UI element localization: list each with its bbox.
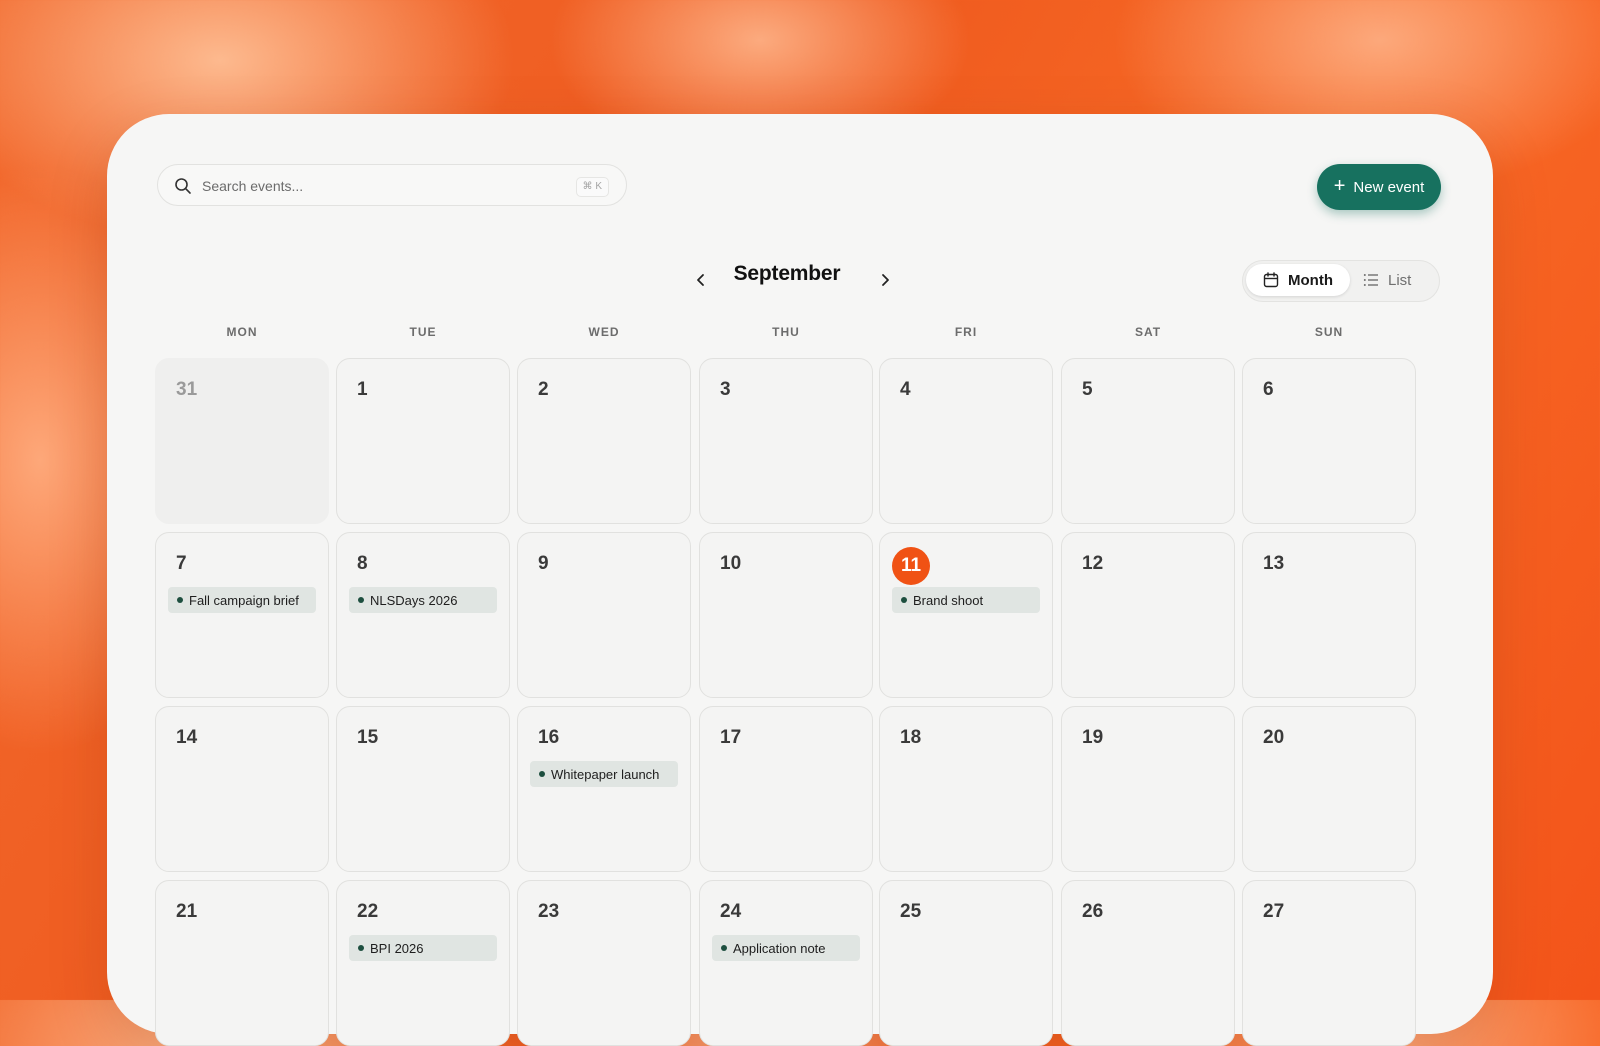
event-title: Fall campaign brief [189,592,299,608]
weekday-label: SUN [1314,325,1344,339]
day-cell[interactable]: 19 [1061,706,1235,872]
day-cell[interactable]: 14 [155,706,329,872]
day-cell[interactable]: 8 NLSDays 2026 [336,532,510,698]
view-list-label: List [1388,271,1412,289]
search-icon [175,178,191,194]
weekday-label: MON [226,325,258,339]
day-number: 25 [900,901,922,922]
day-number: 2 [538,379,549,400]
event-title: NLSDays 2026 [370,592,458,608]
day-cell[interactable]: 20 [1242,706,1416,872]
plus-icon: + [1333,175,1346,197]
day-number: 26 [1082,901,1104,922]
day-number: 3 [720,379,731,400]
day-number: 20 [1263,727,1285,748]
day-number: 23 [538,901,560,922]
day-cell[interactable]: 9 [517,532,691,698]
day-number: 5 [1082,379,1093,400]
day-number: 10 [720,553,742,574]
new-event-label: New event [1353,178,1425,196]
day-cell[interactable]: 17 [699,706,873,872]
day-number: 27 [1263,901,1285,922]
event-dot-icon [177,597,183,603]
day-cell[interactable]: 10 [699,532,873,698]
event-chip[interactable]: Brand shoot [892,587,1040,613]
day-number: 4 [900,379,911,400]
event-dot-icon [721,945,727,951]
day-number: 18 [900,727,922,748]
today-badge: 11 [892,547,930,585]
list-icon [1363,274,1378,286]
weekday-label: TUE [409,325,437,339]
day-number: 15 [357,727,379,748]
day-cell[interactable]: 3 [699,358,873,524]
day-cell[interactable]: 12 [1061,532,1235,698]
day-cell[interactable]: 21 [155,880,329,1046]
event-title: Brand shoot [913,592,984,608]
day-cell[interactable]: 2 [517,358,691,524]
day-cell[interactable]: 15 [336,706,510,872]
event-chip[interactable]: NLSDays 2026 [349,587,497,613]
event-chip[interactable]: BPI 2026 [349,935,497,961]
event-title: Whitepaper launch [551,766,660,782]
search-bar[interactable]: ⌘ K [157,164,627,206]
day-number: 1 [357,379,368,400]
day-number: 16 [538,727,560,748]
day-cell[interactable]: 18 [879,706,1053,872]
view-month-label: Month [1288,271,1333,289]
weekday-label: THU [772,325,800,339]
day-cell[interactable]: 4 [879,358,1053,524]
weekday-label: SAT [1134,325,1162,339]
chevron-right-icon[interactable] [873,268,897,292]
day-cell[interactable]: 25 [879,880,1053,1046]
event-title: Application note [733,940,826,956]
day-number: 8 [357,553,368,574]
shortcut-hint: ⌘ K [575,177,609,197]
calendar-icon [1263,272,1279,288]
day-cell[interactable]: 11 Brand shoot [879,532,1053,698]
day-number: 13 [1263,553,1285,574]
day-number: 7 [176,553,187,574]
event-dot-icon [358,597,364,603]
day-cell[interactable]: 7 Fall campaign brief [155,532,329,698]
day-cell[interactable]: 23 [517,880,691,1046]
search-input[interactable] [200,173,564,199]
day-number: 24 [720,901,742,922]
day-number: 21 [176,901,198,922]
weekday-label: FRI [954,325,978,339]
day-number: 19 [1082,727,1104,748]
day-number: 22 [357,901,379,922]
day-cell[interactable]: 13 [1242,532,1416,698]
day-cell[interactable]: 31 [155,358,329,524]
event-dot-icon [901,597,907,603]
weekday-label: WED [588,325,620,339]
view-toggle: Month List [1242,260,1440,302]
day-cell[interactable]: 1 [336,358,510,524]
event-dot-icon [358,945,364,951]
day-number: 6 [1263,379,1274,400]
calendar-panel: ⌘ K + New event September Month Lis [107,114,1493,1046]
day-number: 31 [176,379,198,400]
view-month-button[interactable]: Month [1246,264,1350,296]
new-event-button[interactable]: + New event [1317,164,1441,210]
day-number: 14 [176,727,198,748]
day-cell[interactable]: 16 Whitepaper launch [517,706,691,872]
day-number: 12 [1082,553,1104,574]
view-list-button[interactable]: List [1363,264,1433,296]
day-number: 9 [538,553,549,574]
event-chip[interactable]: Application note [712,935,860,961]
day-cell[interactable]: 26 [1061,880,1235,1046]
event-chip[interactable]: Fall campaign brief [168,587,316,613]
event-title: BPI 2026 [370,940,424,956]
day-cell[interactable]: 5 [1061,358,1235,524]
day-cell[interactable]: 22 BPI 2026 [336,880,510,1046]
day-cell[interactable]: 24 Application note [699,880,873,1046]
day-number: 11 [900,555,922,576]
event-chip[interactable]: Whitepaper launch [530,761,678,787]
day-cell[interactable]: 27 [1242,880,1416,1046]
month-title: September [733,262,841,285]
day-cell[interactable]: 6 [1242,358,1416,524]
event-dot-icon [539,771,545,777]
day-number: 17 [720,727,742,748]
